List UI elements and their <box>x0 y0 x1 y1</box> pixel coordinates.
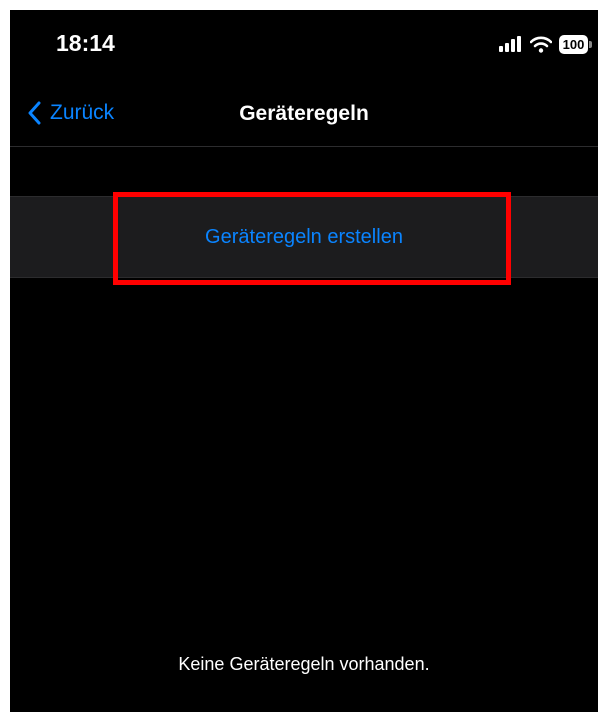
page-title: Geräteregeln <box>239 102 369 125</box>
battery-icon: 100 <box>559 34 592 54</box>
status-time: 18:14 <box>56 30 115 56</box>
status-bar: 18:14 100 <box>10 10 598 80</box>
signal-icon <box>499 36 521 52</box>
wifi-icon <box>530 36 552 53</box>
status-icons: 100 <box>499 32 592 56</box>
navigation-bar: Zurück Geräteregeln <box>10 80 598 147</box>
highlight-box <box>113 192 511 285</box>
phone-screen: 18:14 100 Zurück Geräteregeln Geräterege… <box>10 10 598 712</box>
empty-state-text: Keine Geräteregeln vorhanden. <box>178 654 430 674</box>
